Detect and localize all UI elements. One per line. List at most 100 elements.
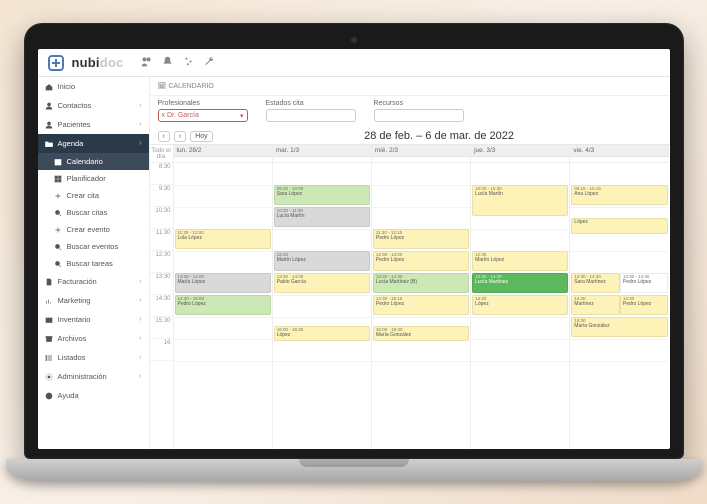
event-time: 10:00 - 10:30 bbox=[475, 187, 565, 192]
sidebar-item-label: Planificador bbox=[67, 174, 106, 183]
sidebar-item-listados[interactable]: Listados› bbox=[38, 348, 149, 367]
sidebar-item-pacientes[interactable]: Pacientes› bbox=[38, 115, 149, 134]
calendar-event[interactable]: 16:00 - 16:30López bbox=[274, 326, 370, 342]
hour-label: 14:30 bbox=[150, 295, 173, 317]
event-time: 11:30 - 12:00 bbox=[178, 231, 268, 236]
gear-icon bbox=[45, 373, 53, 381]
date-range: 28 de feb. – 6 de mar. de 2022 bbox=[217, 130, 662, 142]
day-column: mié. 2/311:30 - 12:15Pedro López12:30 - … bbox=[372, 145, 471, 449]
calendar-event[interactable]: 13:30 - 14:30Pedro López bbox=[620, 273, 669, 293]
plus-icon bbox=[54, 226, 62, 234]
sidebar-item-inicio[interactable]: Inicio bbox=[38, 77, 149, 96]
hour-label: 12:30 bbox=[150, 251, 173, 273]
calendar-event[interactable]: 14:30Pedro López bbox=[620, 295, 669, 315]
calendar-event[interactable]: 13:30 - 14:30Lucía Martínez bbox=[472, 273, 568, 293]
sidebar-item-buscar-eventos[interactable]: Buscar eventos bbox=[38, 238, 149, 255]
users-icon[interactable] bbox=[141, 56, 152, 70]
calendar: Todo el día 8:309:3010:3011:3012:3013:30… bbox=[150, 144, 670, 449]
search-icon bbox=[54, 260, 62, 268]
chevron-right-icon: › bbox=[139, 373, 141, 380]
recursos-input[interactable] bbox=[374, 109, 464, 122]
sidebar-item-archivos[interactable]: Archivos› bbox=[38, 329, 149, 348]
day-slots[interactable]: 11:30 - 12:15Pedro López12:30 - 13:00Ped… bbox=[372, 163, 470, 449]
calendar-event[interactable]: 13:30 - 14:00María López bbox=[175, 273, 271, 293]
estados-input[interactable] bbox=[266, 109, 356, 122]
sidebar-item-label: Pacientes bbox=[58, 120, 91, 129]
calendar-event[interactable]: 10:30 - 11:00Lucía Martín bbox=[274, 207, 370, 227]
event-time: 14:30 bbox=[475, 297, 565, 302]
calendar-event[interactable]: 11:30 - 12:15Pedro López bbox=[373, 229, 469, 249]
sidebar-item-label: Administración bbox=[58, 372, 107, 381]
day-slots[interactable]: 09:15 - 10:15Ana López López 13:30 - 14:30… bbox=[570, 163, 669, 449]
sidebar: InicioContactos›Pacientes›Agenda›Calenda… bbox=[38, 77, 150, 449]
calendar-event[interactable]: 11:30 - 12:00Lola López bbox=[175, 229, 271, 249]
event-time: 15:30 bbox=[574, 319, 665, 324]
archive-icon bbox=[45, 335, 53, 343]
calendar-event[interactable]: 12:30Martín López bbox=[274, 251, 370, 271]
sidebar-item-calendario[interactable]: Calendario bbox=[38, 153, 149, 170]
event-time: 12:30 - 13:00 bbox=[376, 253, 466, 258]
home-icon bbox=[45, 83, 53, 91]
bell-icon[interactable] bbox=[162, 56, 173, 70]
search-icon bbox=[54, 209, 62, 217]
calendar-event[interactable]: 13:30 - 14:30Lucía Martínez (B) bbox=[373, 273, 469, 293]
filter-profesionales: Profesionales x Dr. García ▾ bbox=[158, 100, 248, 122]
calendar-icon: 🗓 bbox=[158, 83, 167, 90]
day-slots[interactable]: 10:00 - 10:30Lucía Martín 12:30Martín Lóp… bbox=[471, 163, 569, 449]
hour-label: 11:30 bbox=[150, 229, 173, 251]
calendar-event[interactable]: 14:30 - 15:00Pedro López bbox=[175, 295, 271, 315]
event-time: 09:15 - 10:15 bbox=[574, 187, 665, 192]
sidebar-item-administración[interactable]: Administración › bbox=[38, 367, 149, 386]
main: 🗓 CALENDARIO Profesionales x Dr. García … bbox=[150, 77, 670, 449]
sidebar-item-crear-evento[interactable]: Crear evento bbox=[38, 221, 149, 238]
calendar-event[interactable]: 09:30 - 10:00Sara López bbox=[274, 185, 370, 205]
day-slots[interactable]: 11:30 - 12:00Lola López 13:30 - 14:00Marí… bbox=[174, 163, 272, 449]
day-column: jue. 3/310:00 - 10:30Lucía Martín12:30Ma… bbox=[471, 145, 570, 449]
brand: nubidoc bbox=[72, 55, 124, 70]
calendar-event[interactable]: 12:30Martín López bbox=[472, 251, 568, 271]
calendar-event[interactable]: 15:30María González bbox=[571, 317, 668, 337]
user-icon bbox=[45, 102, 53, 110]
wrench-icon[interactable] bbox=[204, 56, 215, 70]
sidebar-item-facturación[interactable]: Facturación › bbox=[38, 272, 149, 291]
sidebar-item-agenda[interactable]: Agenda› bbox=[38, 134, 149, 153]
sidebar-item-label: Facturación bbox=[58, 277, 97, 286]
calendar-event[interactable]: 09:15 - 10:15Ana López bbox=[571, 185, 668, 205]
sidebar-item-contactos[interactable]: Contactos› bbox=[38, 96, 149, 115]
calendar-event[interactable]: 14:30 - 15:15Pedro López bbox=[373, 295, 469, 315]
sliders-icon[interactable] bbox=[183, 56, 194, 70]
day-column: mar. 1/3 09:30 - 10:00Sara López10:30 - 1… bbox=[273, 145, 372, 449]
profesionales-select[interactable]: x Dr. García ▾ bbox=[158, 109, 248, 122]
sidebar-item-buscar-citas[interactable]: Buscar citas bbox=[38, 204, 149, 221]
day-column: lun. 28/2 11:30 - 12:00Lola López 13:30 - … bbox=[174, 145, 273, 449]
today-button[interactable]: Hoy bbox=[190, 131, 212, 142]
sidebar-item-ayuda[interactable]: ?Ayuda bbox=[38, 386, 149, 405]
calendar-event[interactable]: López bbox=[571, 218, 668, 234]
calendar-event[interactable]: 10:00 - 10:30Lucía Martín bbox=[472, 185, 568, 216]
calendar-event[interactable]: 16:00 - 16:30María González bbox=[373, 326, 469, 342]
calendar-event[interactable]: 13:30 - 14:30Sara Martínez bbox=[571, 273, 620, 293]
sidebar-item-crear-cita[interactable]: Crear cita bbox=[38, 187, 149, 204]
days-grid: lun. 28/2 11:30 - 12:00Lola López 13:30 - … bbox=[174, 145, 670, 449]
sidebar-item-planificador[interactable]: Planificador bbox=[38, 170, 149, 187]
calendar-event[interactable]: 14:30Martínez bbox=[571, 295, 620, 315]
sidebar-item-marketing[interactable]: Marketing› bbox=[38, 291, 149, 310]
sidebar-item-label: Buscar citas bbox=[67, 208, 108, 217]
hour-label: 13:30 bbox=[150, 273, 173, 295]
sidebar-item-buscar-tareas[interactable]: Buscar tareas bbox=[38, 255, 149, 272]
next-button[interactable]: › bbox=[174, 131, 186, 142]
day-header: mar. 1/3 bbox=[273, 145, 371, 157]
day-header: lun. 28/2 bbox=[174, 145, 272, 157]
sidebar-item-label: Agenda bbox=[58, 139, 84, 148]
sidebar-item-inventario[interactable]: Inventario› bbox=[38, 310, 149, 329]
day-slots[interactable]: 09:30 - 10:00Sara López10:30 - 11:00Lucí… bbox=[273, 163, 371, 449]
hour-label: 15:30 bbox=[150, 317, 173, 339]
calendar-event[interactable]: 12:30 - 13:00Pedro López bbox=[373, 251, 469, 271]
calendar-event[interactable]: 14:30López bbox=[472, 295, 568, 315]
calendar-event[interactable]: 13:30 - 14:00Pablo García bbox=[274, 273, 370, 293]
prev-button[interactable]: ‹ bbox=[158, 131, 170, 142]
allday-label: Todo el día bbox=[150, 145, 173, 163]
event-time: 13:30 - 14:30 bbox=[574, 275, 617, 280]
chevron-right-icon: › bbox=[139, 278, 141, 285]
sidebar-item-label: Inicio bbox=[58, 82, 76, 91]
